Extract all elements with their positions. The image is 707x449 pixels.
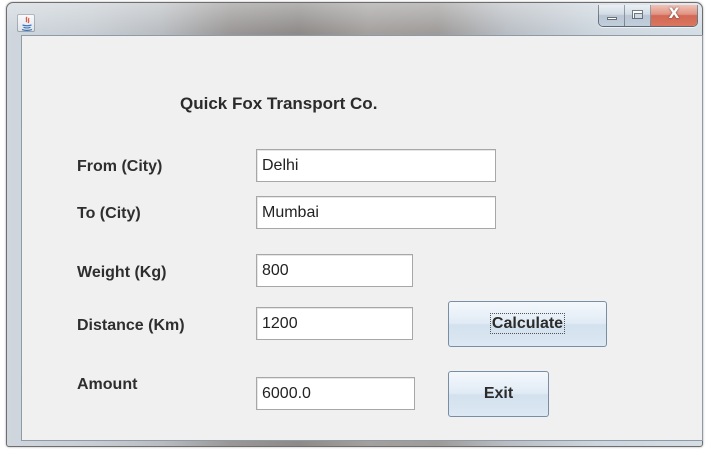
- java-icon[interactable]: [17, 14, 35, 32]
- amount-field[interactable]: [256, 377, 415, 410]
- distance-field[interactable]: [256, 307, 413, 340]
- weight-field[interactable]: [256, 254, 413, 287]
- calculate-button[interactable]: Calculate: [448, 301, 607, 347]
- exit-button-label: Exit: [483, 385, 514, 402]
- client-area: Quick Fox Transport Co. From (City) To (…: [21, 35, 703, 441]
- weight-label: Weight (Kg): [77, 264, 167, 281]
- calculate-button-label: Calculate: [489, 313, 566, 334]
- app-window: X Quick Fox Transport Co. From (City) To…: [6, 2, 703, 447]
- close-button[interactable]: X: [651, 5, 697, 26]
- minimize-icon: [607, 17, 617, 20]
- from-city-field[interactable]: [256, 149, 496, 182]
- exit-button[interactable]: Exit: [448, 371, 549, 417]
- to-city-label: To (City): [77, 205, 141, 222]
- distance-label: Distance (Km): [77, 317, 185, 334]
- caption-buttons: X: [598, 5, 698, 27]
- minimize-button[interactable]: [599, 5, 625, 26]
- close-icon: X: [668, 6, 680, 22]
- from-city-label: From (City): [77, 158, 163, 175]
- to-city-field[interactable]: [256, 196, 496, 229]
- maximize-icon: [632, 10, 643, 19]
- page-title: Quick Fox Transport Co.: [180, 94, 378, 113]
- maximize-button[interactable]: [625, 5, 651, 26]
- amount-label: Amount: [77, 376, 138, 393]
